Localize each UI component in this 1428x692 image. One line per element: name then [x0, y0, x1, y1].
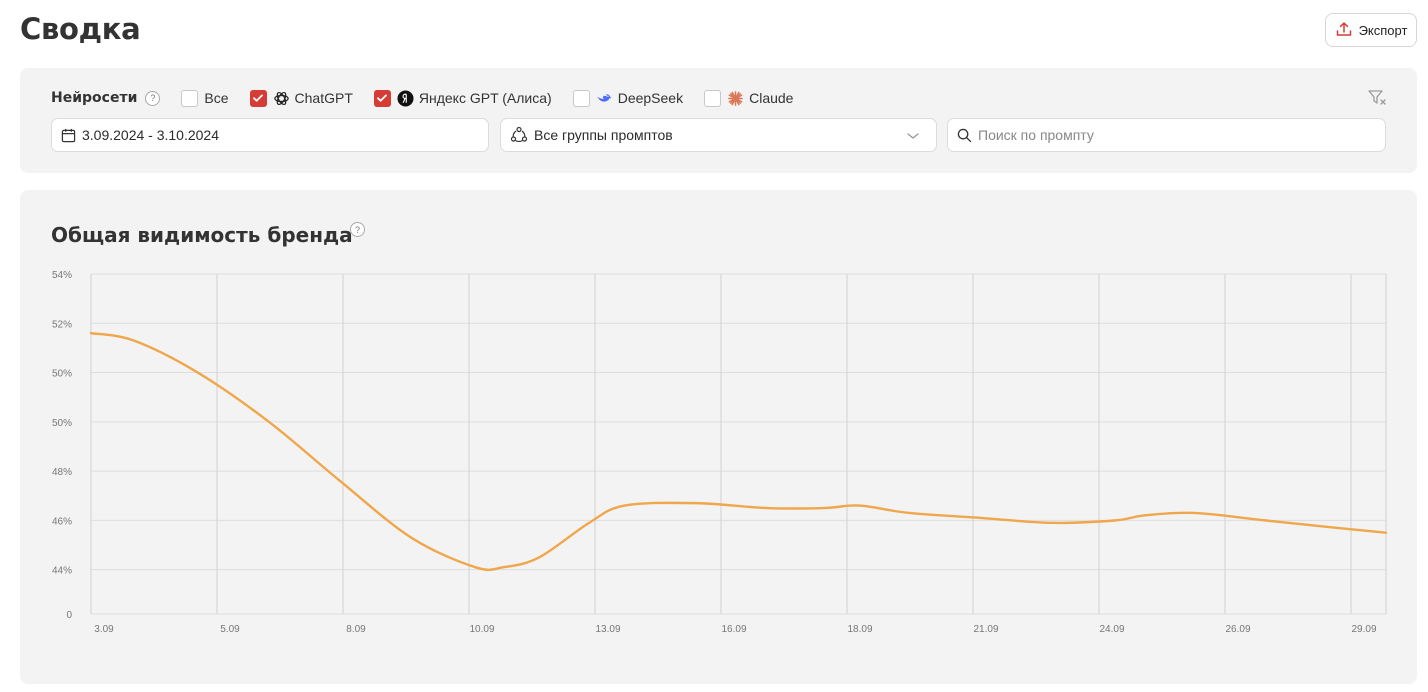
page-title: Сводка — [20, 12, 141, 46]
checkbox[interactable] — [572, 89, 590, 107]
x-tick-label: 21.09 — [973, 624, 998, 635]
y-tick-label: 50% — [52, 418, 72, 429]
y-tick-label: 48% — [52, 467, 72, 478]
export-label: Экспорт — [1358, 22, 1408, 38]
date-range-picker[interactable]: 3.09.2024 - 3.10.2024 — [51, 118, 489, 152]
filter-label: Нейросети — [51, 90, 138, 106]
upload-icon — [1335, 20, 1353, 41]
prompt-group-select[interactable]: Все группы промптов — [500, 118, 937, 152]
network-label: DeepSeek — [617, 90, 684, 106]
series-line — [89, 331, 1388, 571]
network-label: Яндекс GPT (Алиса) — [418, 90, 552, 106]
y-tick-label: 52% — [52, 319, 72, 330]
search-input[interactable] — [978, 127, 1358, 143]
network-label: Все — [204, 90, 229, 106]
network-checkbox-chatgpt[interactable]: ChatGPT — [249, 89, 353, 107]
checkmark-icon — [253, 94, 263, 102]
checkmark-icon — [377, 94, 388, 102]
deepseek-icon — [596, 90, 613, 107]
y-tick-label: 0 — [66, 610, 72, 621]
x-tick-label: 13.09 — [595, 624, 620, 635]
network-checkbox-claude[interactable]: Claude — [704, 89, 794, 107]
prompt-group-value: Все группы промптов — [534, 127, 673, 143]
network-checkbox-all[interactable]: Все — [181, 89, 229, 107]
y-tick-label: 44% — [52, 566, 72, 577]
chevron-down-icon — [907, 133, 919, 139]
chatgpt-icon — [273, 90, 290, 107]
x-tick-label: 8.09 — [346, 624, 366, 635]
brand-visibility-card: Общая видимость бренда ? 0 44% 46% 48% 50% 50… — [20, 190, 1417, 684]
filter-clear-icon[interactable] — [1367, 88, 1387, 108]
y-tick-label: 46% — [52, 516, 72, 527]
checkbox-checked[interactable] — [373, 89, 391, 107]
checkbox[interactable] — [704, 89, 722, 107]
y-tick-label: 54% — [52, 270, 72, 281]
network-checkbox-deepseek[interactable]: DeepSeek — [572, 89, 684, 107]
x-tick-label: 5.09 — [220, 624, 240, 635]
network-filter: Нейросети ? Все ChatGPT Яндекс GPT (Алис… — [51, 88, 793, 108]
x-tick-label: 26.09 — [1225, 624, 1250, 635]
x-tick-label: 3.09 — [94, 624, 114, 635]
line-chart: 0 44% 46% 48% 50% 50% 52% 54% 3.09 5.09 8.09 10.09 1… — [52, 270, 1388, 635]
x-tick-label: 18.09 — [847, 624, 872, 635]
calendar-icon — [61, 128, 76, 142]
checkbox[interactable] — [181, 89, 199, 107]
x-tick-label: 29.09 — [1351, 624, 1376, 635]
help-icon[interactable]: ? — [145, 90, 161, 106]
y-tick-label: 50% — [52, 369, 72, 380]
search-icon — [957, 128, 972, 142]
checkbox-checked[interactable] — [249, 89, 267, 107]
claude-icon — [727, 90, 744, 107]
filters-panel: Нейросети ? Все ChatGPT Яндекс GPT (Алис… — [20, 68, 1417, 173]
date-range-value: 3.09.2024 - 3.10.2024 — [82, 127, 220, 143]
group-icon — [510, 126, 528, 143]
x-tick-label: 16.09 — [721, 624, 746, 635]
network-label: Claude — [749, 90, 794, 106]
yandex-icon — [397, 89, 414, 107]
prompt-search[interactable] — [947, 118, 1386, 152]
export-button[interactable]: Экспорт — [1325, 13, 1417, 47]
network-checkbox-yandex[interactable]: Яндекс GPT (Алиса) — [373, 89, 552, 107]
x-tick-label: 24.09 — [1099, 624, 1124, 635]
network-label: ChatGPT — [294, 90, 353, 106]
x-tick-label: 10.09 — [469, 624, 494, 635]
